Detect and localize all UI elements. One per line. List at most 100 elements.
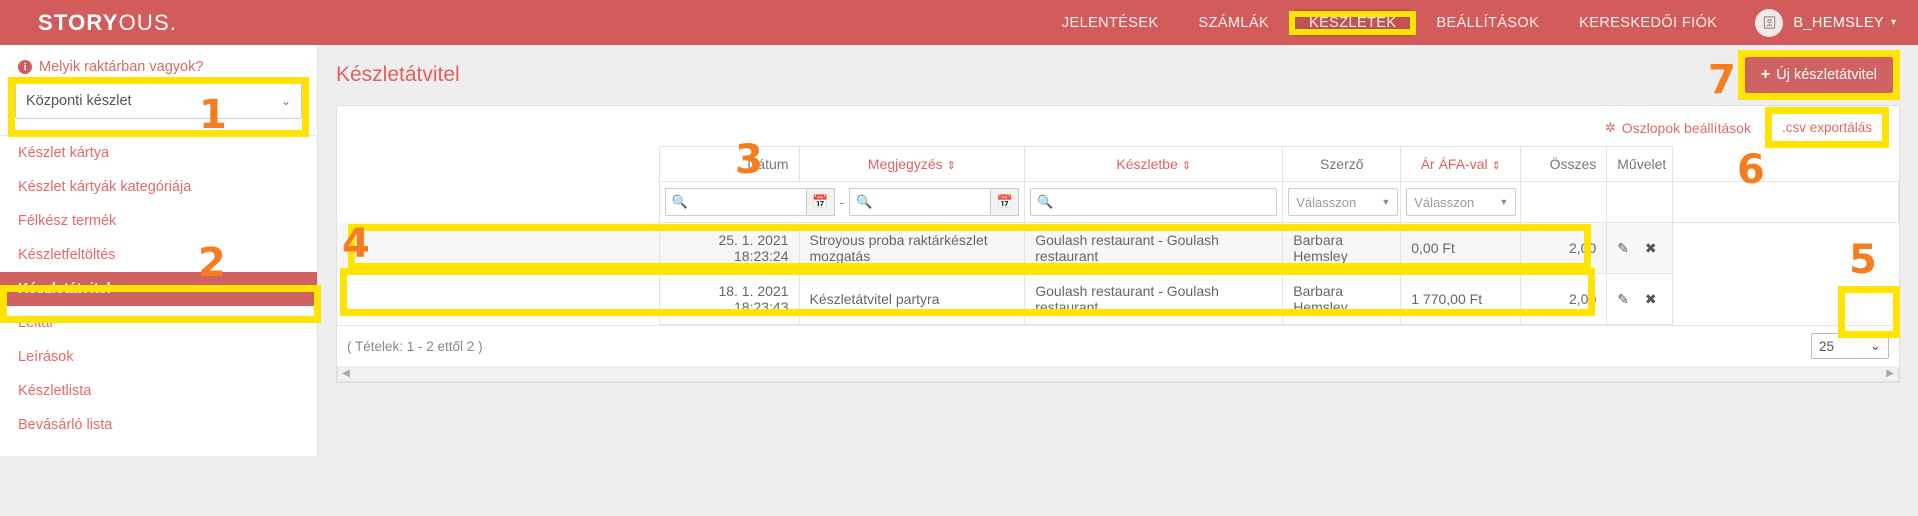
header-szerzo-label: Szerző <box>1319 156 1364 172</box>
cell-date: 25. 1. 2021 18:23:24 <box>658 222 800 274</box>
header-ar-afa-val[interactable]: Ár ÁFA-val ⇕ <box>1400 146 1522 182</box>
cell-actions: ✎ ✖ <box>1606 222 1674 274</box>
csv-export-container: .csv exportálás <box>1764 107 1889 148</box>
page-size-value: 25 <box>1819 338 1835 354</box>
cell-note: Készletátvitel partyra <box>798 273 1026 325</box>
sidebar-item-keszlet-kartyak-kategoriaja[interactable]: Készlet kártyák kategóriája <box>0 170 317 204</box>
horizontal-scrollbar[interactable]: ◀ ▶ <box>337 366 1899 382</box>
header-szerzo[interactable]: Szerző <box>1282 146 1402 182</box>
author-filter-value: Válasszon <box>1414 194 1475 210</box>
stock-filter-select[interactable]: Válasszon ▼ <box>1288 188 1399 216</box>
cell-author: Barbara Hemsley <box>1282 222 1402 274</box>
nav-wrap-keszletek-highlighted: KÉSZLETEK <box>1288 8 1417 37</box>
filter-price-cell <box>1520 181 1608 223</box>
sidebar-item-leltar[interactable]: Leltár <box>0 306 317 340</box>
note-filter-input[interactable] <box>1030 188 1278 216</box>
new-transfer-button-container: + Új készletátvitel <box>1737 50 1900 100</box>
header-osszes[interactable]: Összes <box>1520 146 1608 182</box>
plus-icon: + <box>1760 66 1771 83</box>
header-keszletbe-label: Készletbe <box>1116 156 1178 172</box>
chevron-down-icon: ▼ <box>1381 197 1391 207</box>
header-ar-afa-val-label: Ár ÁFA-val <box>1420 156 1488 172</box>
cell-note: Stroyous proba raktárkészlet mozgatás <box>798 222 1026 274</box>
header-megjegyzes[interactable]: Megjegyzés ⇕ <box>798 146 1026 182</box>
chevron-down-icon: ▼ <box>1499 197 1509 207</box>
chevron-down-icon: ▾ <box>1890 17 1896 28</box>
close-x-icon[interactable]: ✖ <box>1645 240 1657 257</box>
note-filter-wrap: 🔍 <box>1030 188 1278 216</box>
cell-author: Barbara Hemsley <box>1282 273 1402 325</box>
filter-stock-cell: Válasszon ▼ <box>1282 181 1402 223</box>
sidebar-item-bevasarlo-lista[interactable]: Bevásárló lista <box>0 408 317 442</box>
user-name-label: B_HEMSLEY <box>1793 14 1884 31</box>
sidebar-item-keszletatvitel[interactable]: Készletátvitel <box>0 272 317 306</box>
sidebar-menu: Készlet kártya Készlet kártyák kategóriá… <box>0 135 317 442</box>
nav-wrap-szamlak: SZÁMLÁK <box>1185 14 1284 32</box>
header-datum-label: Dátum <box>747 156 789 172</box>
nav-item-szamlak[interactable]: SZÁMLÁK <box>1185 9 1284 37</box>
cell-total: 2,00 <box>1520 222 1608 274</box>
header-megjegyzes-label: Megjegyzés <box>867 156 943 172</box>
main-content: Készletátvitel + Új készletátvitel ✲ Oszl… <box>318 45 1918 516</box>
user-menu[interactable]: B_HEMSLEY ▾ <box>1755 8 1896 37</box>
sidebar-item-felkesz-termek[interactable]: Félkész termék <box>0 204 317 238</box>
header-datum[interactable]: Dátum <box>658 146 800 182</box>
filter-action-cell <box>1672 181 1899 223</box>
table-row[interactable]: 18. 1. 2021 18:23:43 Készletátvitel part… <box>337 273 1899 325</box>
sort-icon: ⇕ <box>1491 160 1501 172</box>
cell-actions: ✎ ✖ <box>1606 273 1674 325</box>
top-nav-items: JELENTÉSEK SZÁMLÁK KÉSZLETEK BEÁLLÍTÁSOK… <box>1042 8 1918 37</box>
table-footer: ( Tételek: 1 - 2 ettől 2 ) 25 ⌄ <box>337 325 1899 366</box>
sidebar: i Melyik raktárban vagyok? Központi kész… <box>0 45 321 456</box>
table-header-row: Dátum Megjegyzés ⇕ Készletbe ⇕ Szerző Ár Á… <box>337 146 1899 182</box>
row-spacer <box>337 222 660 274</box>
pencil-icon[interactable]: ✎ <box>1617 291 1629 308</box>
nav-item-jelentesek[interactable]: JELENTÉSEK <box>1048 9 1173 37</box>
author-filter-select[interactable]: Válasszon ▼ <box>1406 188 1517 216</box>
calendar-icon-to[interactable]: 📅 <box>991 188 1020 216</box>
date-to-input[interactable] <box>849 188 992 216</box>
chevron-down-icon: ⌄ <box>1869 338 1881 353</box>
nav-wrap-jelentesek: JELENTÉSEK <box>1048 14 1173 32</box>
scroll-left-arrow-icon[interactable]: ◀ <box>342 368 350 379</box>
date-range-separator: - <box>839 194 845 210</box>
header-spacer <box>337 146 660 182</box>
date-from-input[interactable] <box>664 188 807 216</box>
table-row[interactable]: 25. 1. 2021 18:23:24 Stroyous proba rakt… <box>337 222 1899 274</box>
sort-icon: ⇕ <box>1181 160 1192 172</box>
cell-date: 18. 1. 2021 18:23:43 <box>658 273 800 325</box>
new-transfer-button-label: Új készletátvitel <box>1776 67 1877 83</box>
cell-price: 1 770,00 Ft <box>1400 273 1522 325</box>
page-title: Készletátvitel <box>336 63 460 86</box>
close-x-icon[interactable]: ✖ <box>1645 291 1657 308</box>
calendar-icon-from[interactable]: 📅 <box>806 188 835 216</box>
sidebar-item-keszlet-kartya[interactable]: Készlet kártya <box>0 136 317 170</box>
cell-price: 0,00 Ft <box>1400 222 1522 274</box>
page-header: Készletátvitel + Új készletátvitel <box>336 45 1900 105</box>
table-filter-row: 🔍 📅 - 🔍 📅 🔍 Válasszon ▼ Válasszon ▼ <box>337 181 1899 223</box>
sidebar-item-keszletfeltoltes[interactable]: Készletfeltöltés <box>0 238 317 272</box>
nav-item-keszletek[interactable]: KÉSZLETEK <box>1295 8 1411 37</box>
storyous-logo: STORYOUS. <box>38 10 177 36</box>
gear-icon: ✲ <box>1604 119 1616 135</box>
warehouse-select-container: Központi készlet ⌄ <box>0 77 317 137</box>
items-count-label: ( Tételek: 1 - 2 ettől 2 ) <box>347 338 483 354</box>
sidebar-item-keszletlista[interactable]: Készletlista <box>0 374 317 408</box>
header-keszletbe[interactable]: Készletbe ⇕ <box>1024 146 1284 182</box>
page-size-select[interactable]: 25 ⌄ <box>1811 333 1889 359</box>
nav-item-kereskedoi-fiok[interactable]: KERESKEDŐI FIÓK <box>1565 9 1731 37</box>
pencil-icon[interactable]: ✎ <box>1617 240 1629 257</box>
cell-total: 2,00 <box>1520 273 1608 325</box>
scroll-right-arrow-icon[interactable]: ▶ <box>1886 368 1894 379</box>
warehouse-select[interactable]: Központi készlet ⌄ <box>15 83 302 119</box>
stock-filter-value: Válasszon <box>1296 194 1357 210</box>
nav-item-beallitasok[interactable]: BEÁLLÍTÁSOK <box>1422 9 1553 37</box>
cell-stock: Goulash restaurant - Goulash restaurant <box>1024 222 1284 274</box>
columns-settings-button[interactable]: ✲ Oszlopok beállítások <box>1605 120 1751 136</box>
sort-icon: ⇕ <box>946 160 956 172</box>
stock-transfer-table: Dátum Megjegyzés ⇕ Készletbe ⇕ Szerző Ár Á… <box>337 146 1899 325</box>
sidebar-item-leirasok[interactable]: Leírások <box>0 340 317 374</box>
new-transfer-button[interactable]: + Új készletátvitel <box>1744 57 1893 93</box>
row-spacer <box>337 273 660 325</box>
csv-export-button[interactable]: .csv exportálás <box>1770 113 1883 142</box>
